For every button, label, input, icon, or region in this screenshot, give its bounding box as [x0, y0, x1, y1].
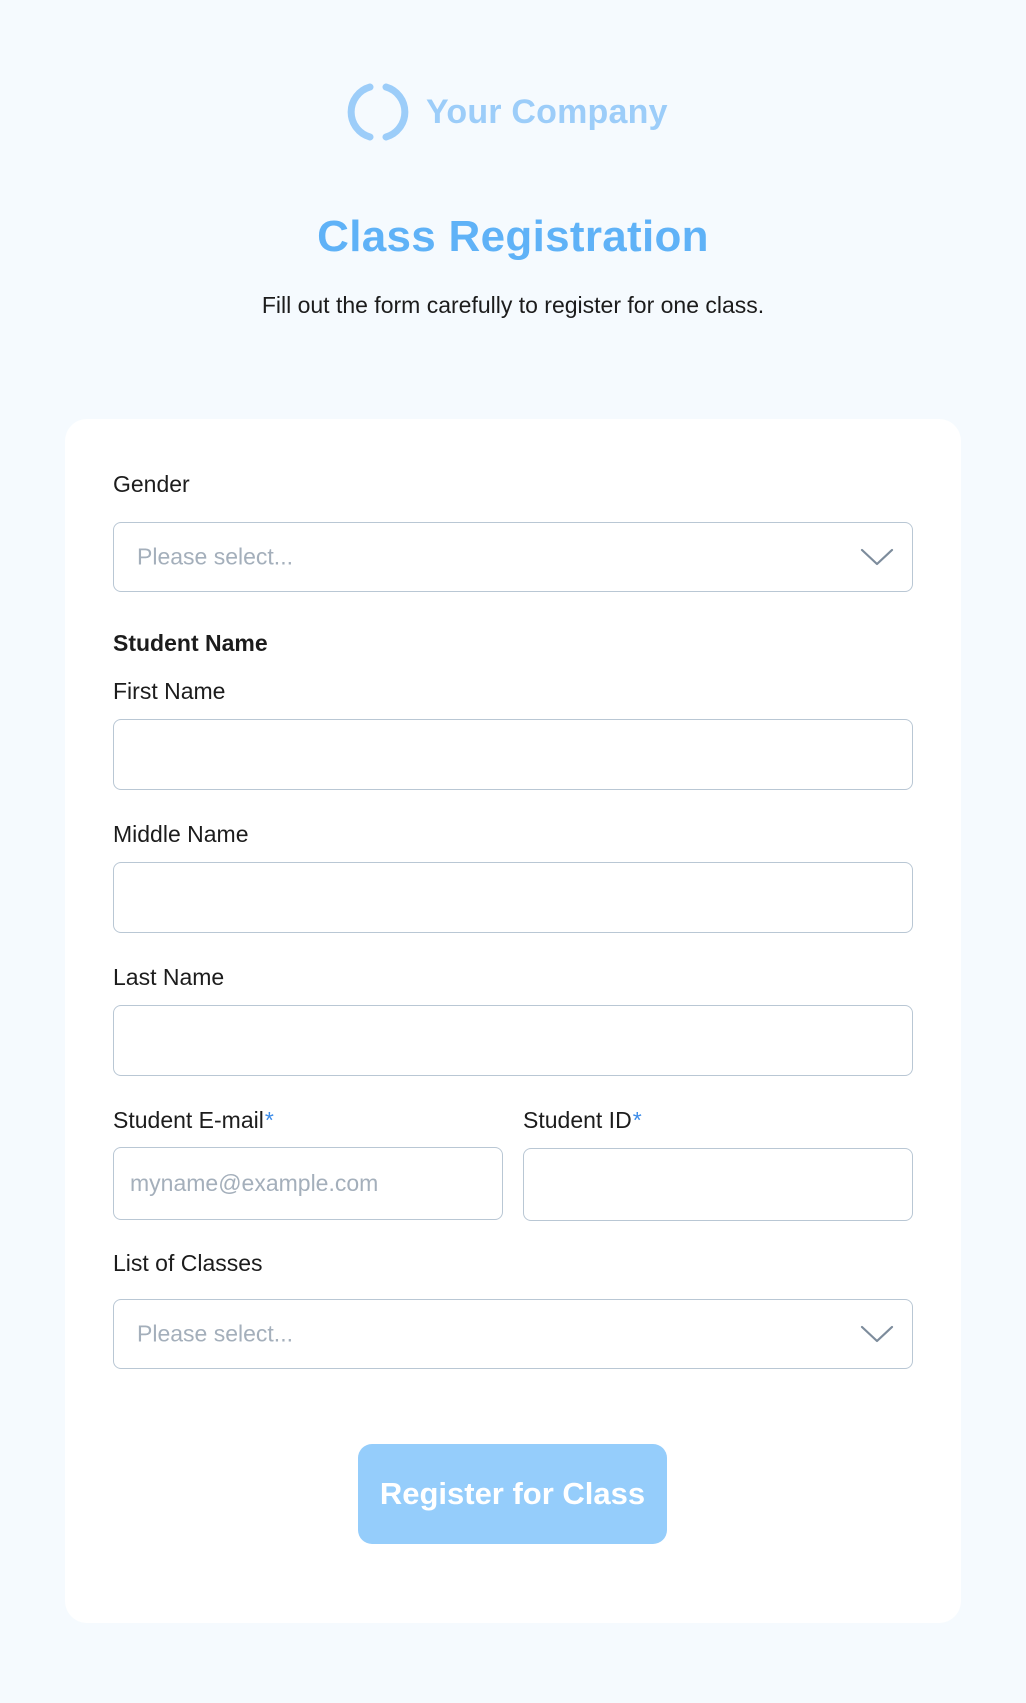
- student-id-field-box: [523, 1148, 913, 1221]
- student-email-label: Student E-mail*: [113, 1107, 274, 1134]
- first-name-field-box: [113, 719, 913, 790]
- registration-form: Gender Please select... Student Name Fir…: [65, 419, 961, 1623]
- gender-placeholder: Please select...: [137, 543, 293, 570]
- last-name-input[interactable]: [114, 1006, 912, 1075]
- page-title: Class Registration: [317, 212, 709, 261]
- last-name-label: Last Name: [113, 964, 225, 990]
- gender-select[interactable]: Please select...: [113, 522, 913, 592]
- logo-ring-icon: [347, 83, 409, 141]
- register-button[interactable]: Register for Class: [358, 1444, 667, 1544]
- student-email-field-box: [113, 1147, 503, 1220]
- last-name-field-box: [113, 1005, 913, 1076]
- first-name-input[interactable]: [114, 720, 912, 789]
- registration-page: Your Company Class Registration Fill out…: [0, 0, 1026, 1703]
- student-email-label-text: Student E-mail: [113, 1107, 264, 1133]
- middle-name-field-box: [113, 862, 913, 933]
- company-logo: Your Company: [344, 78, 668, 146]
- classes-placeholder: Please select...: [137, 1320, 293, 1347]
- classes-label: List of Classes: [113, 1250, 263, 1276]
- student-email-input[interactable]: [114, 1148, 502, 1219]
- gender-label: Gender: [113, 471, 190, 497]
- student-id-label: Student ID*: [523, 1107, 642, 1134]
- page-subtitle: Fill out the form carefully to register …: [261, 292, 765, 318]
- middle-name-input[interactable]: [114, 863, 912, 932]
- classes-select[interactable]: Please select...: [113, 1299, 913, 1369]
- middle-name-label: Middle Name: [113, 821, 249, 847]
- required-marker: *: [632, 1107, 642, 1133]
- required-marker: *: [264, 1107, 274, 1133]
- chevron-down-icon: [860, 548, 894, 566]
- student-id-input[interactable]: [524, 1149, 912, 1220]
- company-name: Your Company: [426, 92, 668, 131]
- chevron-down-icon: [860, 1325, 894, 1343]
- first-name-label: First Name: [113, 678, 226, 704]
- student-id-label-text: Student ID: [523, 1107, 632, 1133]
- student-name-heading: Student Name: [113, 630, 268, 656]
